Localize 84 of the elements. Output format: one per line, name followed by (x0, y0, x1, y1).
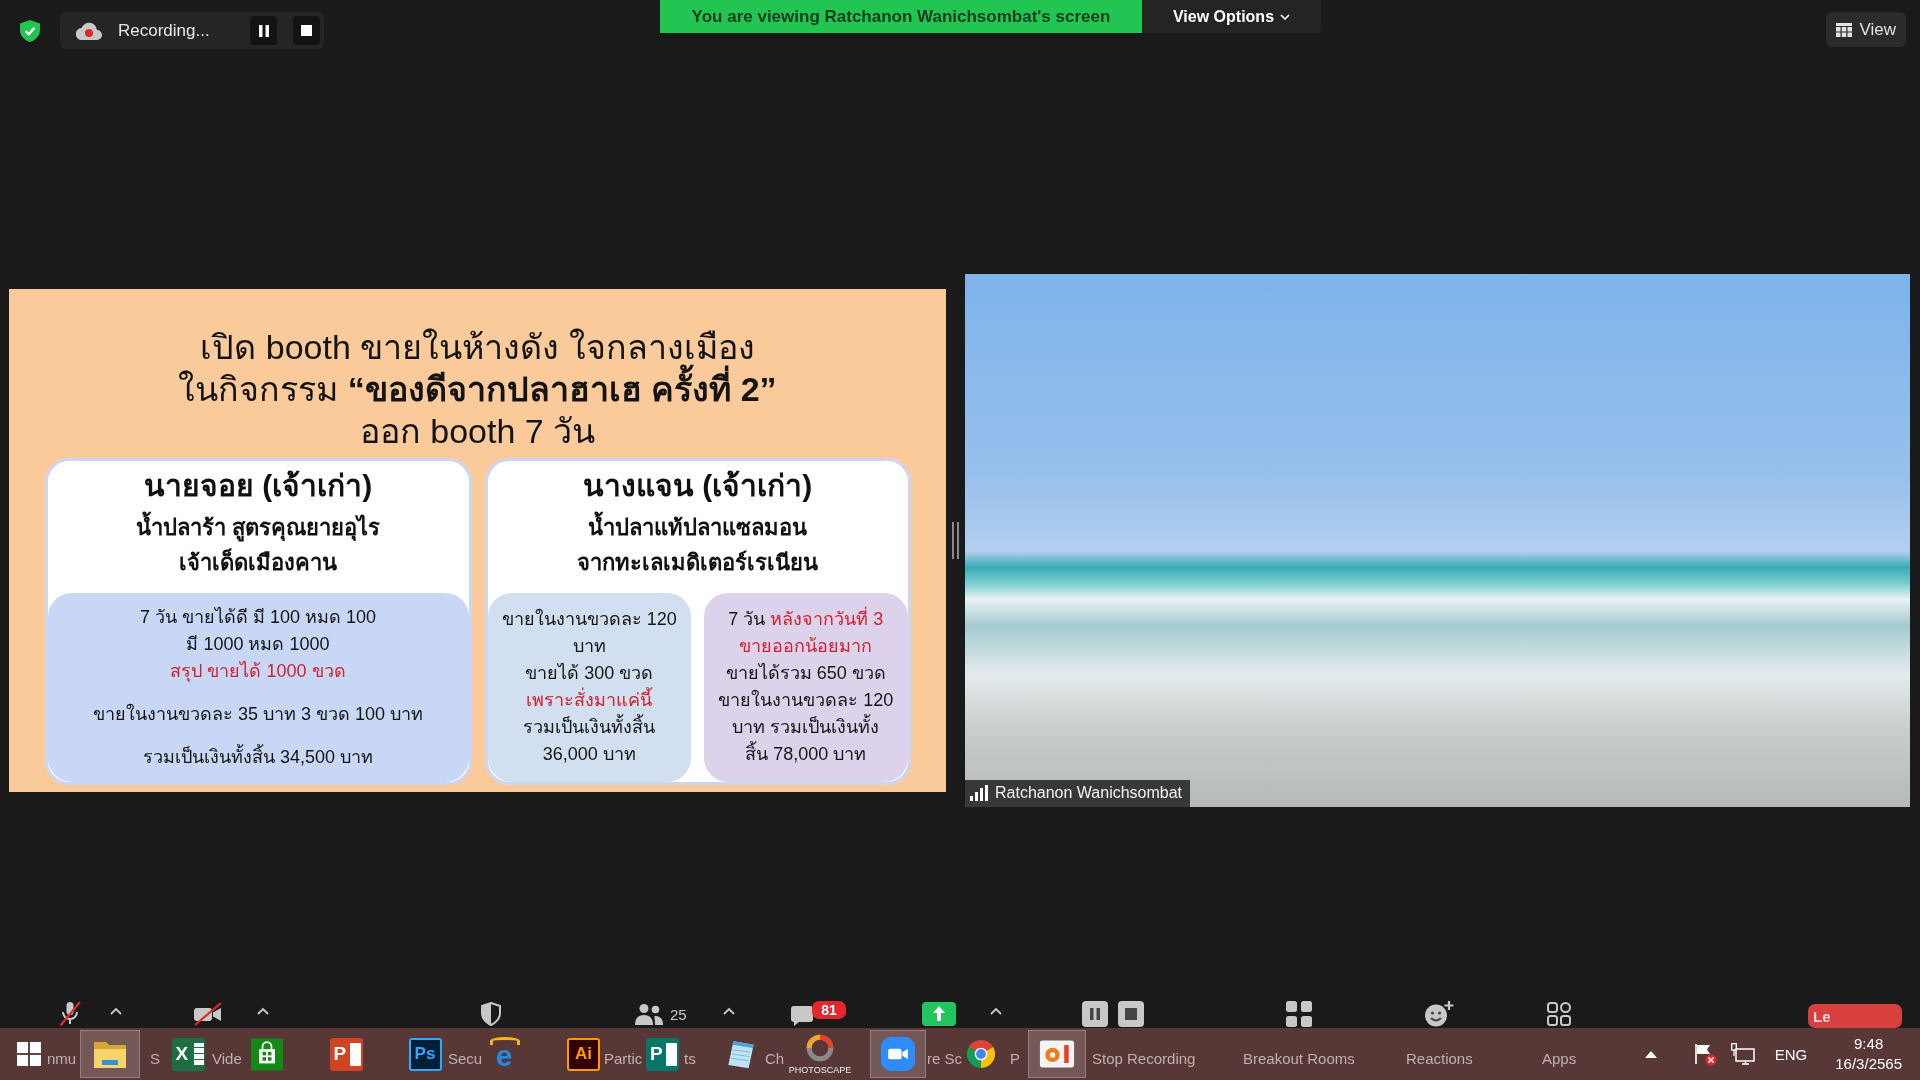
share-screen-label: re Sc (927, 1050, 962, 1068)
muted-microphone-icon (59, 1001, 81, 1027)
caret-up-icon (1644, 1050, 1657, 1058)
clock-button[interactable]: 9:48 16/3/2565 (1835, 1034, 1902, 1074)
security-label: Secu (448, 1050, 483, 1068)
grid-icon (1836, 22, 1853, 37)
crossed-camera-icon (193, 1002, 223, 1026)
slide-title: เปิด booth ขายในห้างดัง ใจกลางเมือง ในกิจกรรม “ของดีจากปลาฮาเฮ ครั้งที่ 2” ออก booth 7 วัน (178, 326, 777, 452)
recording-button[interactable] (1082, 1001, 1144, 1027)
recording-status: Recording... (118, 20, 210, 41)
taskbar-app-button[interactable] (870, 1030, 926, 1078)
network-button[interactable] (1730, 1043, 1755, 1065)
people-icon (634, 1003, 664, 1025)
language-button[interactable]: ENG (1774, 1045, 1808, 1063)
monitor-icon (1730, 1043, 1755, 1065)
camera-app-icon (1039, 1039, 1075, 1069)
pause-button[interactable] (250, 16, 277, 45)
options-caret-button[interactable] (256, 1007, 270, 1016)
participants-label: Partic (604, 1050, 643, 1068)
show-hidden-icons-button[interactable] (1644, 1050, 1657, 1058)
smiley-plus-icon (1424, 1001, 1454, 1027)
signal-bars-icon (970, 785, 988, 801)
stop-button[interactable] (293, 16, 320, 45)
options-caret-button[interactable] (989, 1007, 1003, 1016)
pause-icon (258, 24, 269, 37)
apps-button[interactable] (1547, 1001, 1571, 1027)
start-video-label: Vide (212, 1050, 242, 1068)
breakout-rooms-button[interactable] (1286, 1001, 1312, 1027)
seller-name: นางแจน (เจ้าเก่า) (582, 467, 813, 504)
four-squares-icon (1286, 1001, 1312, 1027)
breakout-rooms-label: Breakout Rooms (1243, 1050, 1355, 1068)
stop-icon (301, 25, 312, 36)
share-screen-button[interactable] (922, 1001, 956, 1027)
product-description: น้ำปลาร้า สูตรคุณยายอุไร เจ้าเด็ดเมืองคาน (135, 509, 381, 580)
shopping-bag-icon (251, 1037, 283, 1071)
participants-label: ts (684, 1050, 696, 1068)
start-icon (17, 1041, 41, 1067)
sales-note: 7 วัน ขายได้ดี มี 100 หมด 100 มี 1000 หมด 1000 สรุป ขายได้ 1000 ขวด (139, 605, 377, 684)
screen-share-banner: You are viewing Ratchanon Wanichsombat's screen (660, 0, 1142, 33)
caret-up-icon (722, 1007, 736, 1016)
sales-note: รวมเป็นเงินทั้งสิ้น 34,500 บาท (142, 743, 374, 769)
video-camera-icon (881, 1037, 915, 1071)
unmute-label: nmu (47, 1050, 77, 1068)
taskbar-app-button[interactable] (80, 1030, 140, 1078)
sales-note: ขายในงานขวดละ 35 บาท 3 ขวด 100 บาท (92, 702, 424, 726)
chat-button[interactable]: 81 (790, 1001, 846, 1027)
browser-icon (967, 1039, 995, 1069)
flag-button[interactable] (1692, 1042, 1717, 1066)
participants-button[interactable]: 25 (634, 1001, 690, 1027)
view-button[interactable]: View (1826, 12, 1906, 47)
chevron-down-icon (1280, 13, 1291, 20)
flag-icon (1692, 1042, 1717, 1066)
start-video-label: S (150, 1050, 160, 1068)
unread-count-badge: 81 (812, 1001, 846, 1019)
cloud-record-icon (76, 21, 102, 40)
chat-label: Ch (765, 1050, 785, 1068)
seller-name: นายจอย (เจ้าเก่า) (143, 467, 373, 504)
reactions-button[interactable] (1424, 1001, 1454, 1027)
unmute-button[interactable] (59, 1001, 81, 1027)
options-caret-button[interactable] (109, 1007, 123, 1016)
folder-icon (93, 1039, 127, 1069)
caret-up-icon (256, 1007, 270, 1016)
participant-name: Ratchanon Wanichsombat (995, 784, 1183, 802)
shield-icon (481, 1002, 501, 1026)
security-button[interactable] (481, 1001, 501, 1027)
sales-note: 7 วัน หลังจากวันที่ 3 ขายออกน้อยมาก ขายได้รวม 650 ขวด ขายในงานขวดละ 120 บาท รวมเป็นเงินทั้ง สิ้น 78,000 บาท (718, 606, 894, 768)
resize-handle[interactable] (952, 521, 959, 559)
view-options-button[interactable]: View Options (1142, 0, 1321, 33)
product-description: น้ำปลาแท้ปลาแซลมอน จากทะเลเมดิเตอร์เรเนียน (577, 509, 818, 580)
apps-icon (1547, 1002, 1571, 1026)
apps-label: Apps (1542, 1050, 1577, 1068)
stop-icon (1118, 1001, 1144, 1027)
shield-check-icon[interactable] (20, 19, 40, 42)
options-caret-button[interactable] (722, 1007, 736, 1016)
chat-bubble-icon (790, 1005, 814, 1027)
sales-note: ขายในงานขวดละ 120 บาท ขายได้ 300 ขวด เพราะสั่งมาแค่นี้ รวมเป็นเงินทั้งสิ้น 36,000 บาท (501, 607, 677, 766)
caret-up-icon (989, 1007, 1003, 1016)
recording-label: Stop Recording (1092, 1050, 1196, 1068)
reactions-label: Reactions (1406, 1050, 1473, 1068)
taskbar-app-button[interactable] (1028, 1030, 1086, 1078)
recording-label: P (1010, 1050, 1020, 1068)
start-video-button[interactable] (193, 1001, 223, 1027)
caret-up-icon (109, 1007, 123, 1016)
pause-icon (1082, 1001, 1108, 1027)
